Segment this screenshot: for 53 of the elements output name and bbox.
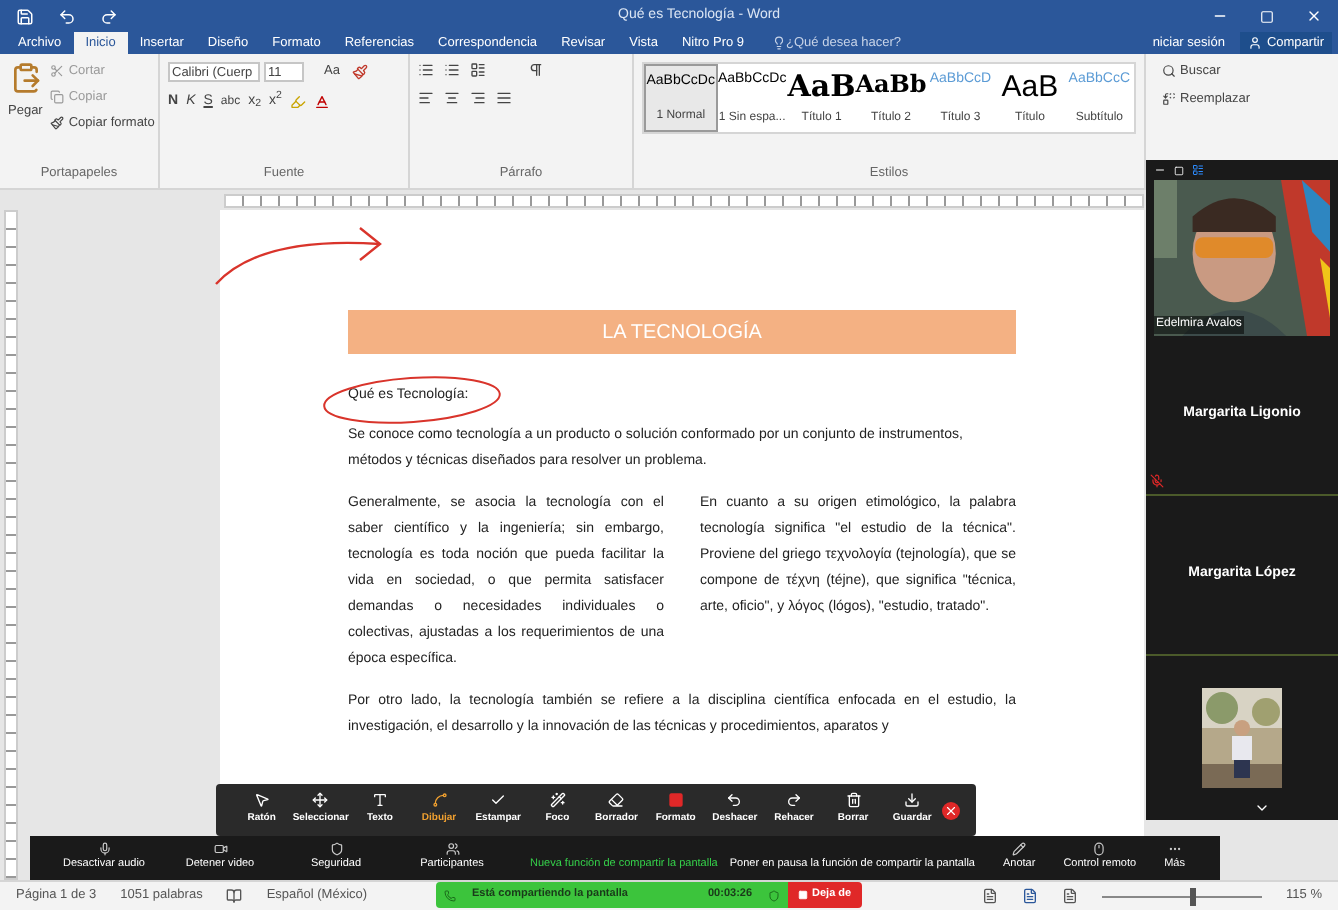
text-icon — [371, 792, 388, 809]
stop-icon — [798, 890, 809, 900]
clear-format-icon[interactable] — [351, 64, 368, 80]
proofing-icon[interactable] — [226, 888, 243, 904]
move-icon — [312, 792, 329, 809]
download-icon — [904, 792, 921, 809]
clipboard-icon — [9, 62, 42, 94]
bullets-icon[interactable] — [418, 62, 434, 78]
squiggle-icon — [431, 792, 448, 809]
scissors-icon — [50, 64, 65, 79]
shield-icon — [329, 842, 343, 857]
search-icon — [1162, 64, 1176, 79]
square-icon — [667, 792, 684, 809]
pilcrow-icon[interactable] — [528, 62, 544, 78]
redo-icon — [785, 792, 802, 809]
document-heading: LA TECNOLOGÍA — [602, 319, 762, 345]
read-mode-icon[interactable] — [982, 888, 999, 904]
copy-icon — [50, 90, 65, 105]
shield-icon — [768, 889, 781, 901]
chevron-icon[interactable] — [1254, 800, 1270, 816]
save-icon[interactable] — [16, 7, 34, 25]
phone-icon — [444, 889, 456, 901]
checkmark-icon — [490, 792, 507, 809]
video-camera-icon — [213, 842, 227, 857]
undo-icon — [726, 792, 743, 809]
web-layout-icon[interactable] — [1062, 888, 1079, 904]
align-right-icon[interactable] — [470, 90, 486, 106]
minimize-icon[interactable] — [1154, 164, 1166, 176]
maximize-icon[interactable] — [1260, 9, 1274, 23]
undo-icon[interactable] — [58, 7, 76, 25]
justify-icon[interactable] — [496, 90, 512, 106]
microphone-icon — [97, 842, 111, 857]
trash-icon — [845, 792, 862, 809]
grid-icon[interactable] — [1174, 165, 1184, 175]
font-color-icon[interactable] — [313, 94, 330, 111]
person-icon — [1248, 36, 1263, 50]
lightbulb-icon — [772, 36, 787, 50]
list-icon[interactable] — [1192, 164, 1204, 176]
numbering-icon[interactable] — [444, 62, 460, 78]
close-icon[interactable] — [941, 801, 960, 819]
align-center-icon[interactable] — [444, 90, 460, 106]
close-icon[interactable] — [1306, 8, 1322, 24]
paintbrush-icon — [50, 115, 65, 130]
mouse-icon — [1092, 842, 1107, 857]
redo-icon[interactable] — [100, 7, 118, 25]
wand-icon — [549, 792, 566, 809]
print-layout-icon[interactable] — [1022, 888, 1039, 904]
people-icon — [445, 842, 459, 857]
pointer-icon — [253, 792, 270, 809]
pencil-icon — [1012, 842, 1027, 857]
eraser-icon — [608, 792, 625, 809]
align-left-icon[interactable] — [418, 90, 434, 106]
multilevel-icon[interactable] — [470, 62, 486, 78]
